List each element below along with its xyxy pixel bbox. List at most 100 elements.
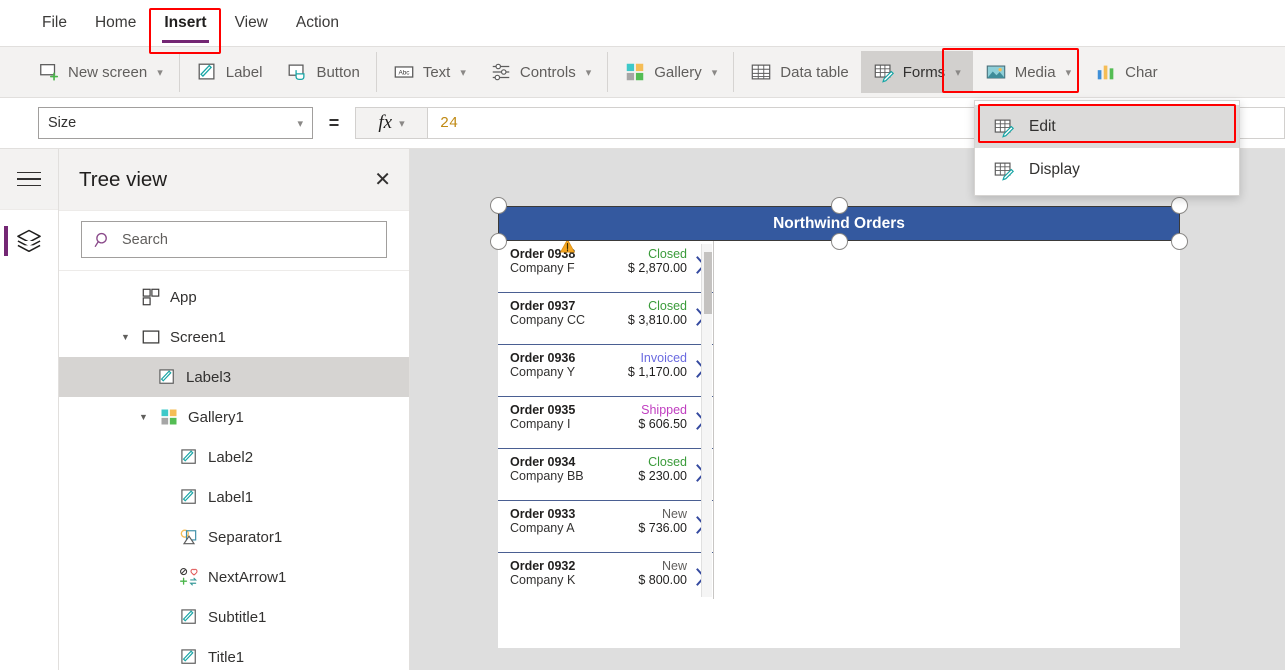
label-icon bbox=[181, 609, 196, 624]
property-selector[interactable]: Size ▾ bbox=[38, 107, 313, 139]
ribbon-label-text: Text bbox=[422, 63, 451, 81]
order-amount: $ 736.00 bbox=[638, 521, 687, 535]
chevron-down-icon: ▾ bbox=[157, 66, 163, 79]
resize-handle-bottom-center[interactable] bbox=[831, 233, 848, 250]
ribbon-charts[interactable]: Char bbox=[1083, 51, 1170, 93]
data-table-icon bbox=[751, 64, 771, 80]
resize-handle-bottom-right[interactable] bbox=[1171, 233, 1188, 250]
resize-handle-top-center[interactable] bbox=[831, 197, 848, 214]
tree-node-nextarrow1[interactable]: NextArrow1 bbox=[59, 557, 409, 597]
tree-node-separator1[interactable]: Separator1 bbox=[59, 517, 409, 557]
gallery-control[interactable]: Order 0938 Closed Company F $ 2,870.00 O… bbox=[498, 241, 714, 599]
ribbon-divider bbox=[375, 52, 377, 92]
menu-item-home[interactable]: Home bbox=[81, 8, 150, 38]
order-amount: $ 230.00 bbox=[638, 469, 687, 483]
menu-item-file[interactable]: File bbox=[28, 8, 81, 38]
tree-node-gallery1[interactable]: ▼ Gallery1 bbox=[59, 397, 409, 437]
search-input[interactable]: Search bbox=[81, 221, 387, 258]
forms-menu-item-display[interactable]: Display bbox=[975, 148, 1239, 191]
left-rail bbox=[0, 149, 59, 670]
gallery-row[interactable]: Order 0933 New Company A $ 736.00 bbox=[498, 501, 713, 553]
gallery-icon bbox=[161, 409, 177, 425]
gallery-row[interactable]: Order 0937 Closed Company CC $ 3,810.00 bbox=[498, 293, 713, 345]
order-amount: $ 3,810.00 bbox=[627, 313, 687, 327]
gallery-row[interactable]: Order 0934 Closed Company BB $ 230.00 bbox=[498, 449, 713, 501]
warning-icon bbox=[560, 241, 575, 253]
menu-item-label: File bbox=[42, 14, 67, 31]
tree-node-app[interactable]: App bbox=[59, 277, 409, 317]
ribbon-text[interactable]: Abc Text ▾ bbox=[381, 51, 478, 93]
gallery-scrollbar[interactable] bbox=[701, 244, 712, 597]
resize-handle-bottom-left[interactable] bbox=[490, 233, 507, 250]
forms-menu-item-edit[interactable]: Edit bbox=[975, 105, 1239, 148]
order-status: Closed bbox=[648, 455, 687, 469]
rail-item-tree-view[interactable] bbox=[0, 210, 58, 272]
ribbon-gallery[interactable]: Gallery ▾ bbox=[612, 51, 729, 93]
controls-icon bbox=[492, 63, 510, 81]
ribbon-forms[interactable]: Forms ▾ bbox=[860, 51, 973, 93]
tree-node-label: Label1 bbox=[208, 488, 254, 506]
formula-value: 24 bbox=[440, 114, 459, 132]
ribbon-data-table[interactable]: Data table bbox=[738, 51, 860, 93]
tree-node-label: Separator1 bbox=[208, 528, 283, 546]
order-company: Company K bbox=[510, 573, 576, 587]
ribbon-controls[interactable]: Controls ▾ bbox=[478, 51, 603, 93]
forms-dropdown-menu: Edit Display bbox=[974, 100, 1240, 196]
ribbon-label-text: Button bbox=[316, 63, 360, 81]
order-status: New bbox=[661, 507, 687, 521]
gallery-row[interactable]: Order 0932 New Company K $ 800.00 bbox=[498, 553, 713, 599]
tree-node-screen1[interactable]: ▼ Screen1 bbox=[59, 317, 409, 357]
tree-node-label: App bbox=[170, 288, 197, 306]
ribbon-label-text: Char bbox=[1125, 63, 1158, 81]
media-icon bbox=[986, 65, 1005, 79]
tree-node-label1[interactable]: Label1 bbox=[59, 477, 409, 517]
resize-handle-top-right[interactable] bbox=[1171, 197, 1188, 214]
menu-item-label: Insert bbox=[164, 14, 207, 31]
gallery-scrollbar-thumb[interactable] bbox=[704, 252, 712, 314]
tree-node-subtitle1[interactable]: Subtitle1 bbox=[59, 597, 409, 637]
order-company: Company CC bbox=[510, 313, 586, 327]
close-icon[interactable]: ✕ bbox=[374, 170, 391, 190]
ribbon-new-screen[interactable]: New screen ▾ bbox=[26, 51, 175, 93]
search-placeholder: Search bbox=[122, 231, 168, 248]
label-icon bbox=[198, 63, 215, 80]
order-company: Company BB bbox=[510, 469, 584, 483]
gallery-row[interactable]: Order 0938 Closed Company F $ 2,870.00 bbox=[498, 241, 713, 293]
design-canvas[interactable]: Northwind Orders Order 0938 Closed Compa… bbox=[410, 149, 1285, 670]
ribbon-media[interactable]: Media ▾ bbox=[973, 51, 1083, 93]
tree-node-label3[interactable]: Label3 bbox=[59, 357, 409, 397]
hamburger-button[interactable] bbox=[0, 149, 58, 210]
gallery-row[interactable]: Order 0936 Invoiced Company Y $ 1,170.00 bbox=[498, 345, 713, 397]
order-title: Order 0936 bbox=[510, 351, 576, 365]
order-title: Order 0933 bbox=[510, 507, 576, 521]
chevron-down-icon: ▾ bbox=[955, 66, 961, 79]
tree-node-title1[interactable]: Title1 bbox=[59, 637, 409, 670]
menu-item-label: Home bbox=[94, 14, 137, 31]
separator-icon bbox=[180, 529, 197, 545]
expand-caret-icon[interactable]: ▼ bbox=[121, 332, 132, 342]
tree-node-list: App ▼ Screen1 Label3 ▼ Gallery1 Label2 L… bbox=[59, 271, 409, 670]
menu-item-label: Action bbox=[295, 14, 339, 31]
tree-node-label: Subtitle1 bbox=[208, 608, 267, 626]
expand-caret-icon[interactable]: ▼ bbox=[139, 412, 150, 422]
label-icon bbox=[159, 369, 174, 384]
app-screen-preview[interactable]: Northwind Orders Order 0938 Closed Compa… bbox=[490, 197, 1188, 648]
equals-sign: = bbox=[328, 112, 340, 133]
chevron-down-icon: ▾ bbox=[585, 66, 592, 79]
tree-node-label2[interactable]: Label2 bbox=[59, 437, 409, 477]
order-company: Company I bbox=[510, 417, 571, 431]
active-tab-underline bbox=[162, 39, 209, 43]
ribbon-button[interactable]: Button bbox=[274, 51, 371, 93]
ribbon-label[interactable]: Label bbox=[184, 51, 275, 93]
new-screen-icon bbox=[40, 64, 59, 81]
fx-button[interactable]: fx ▾ bbox=[355, 107, 428, 139]
resize-handle-top-left[interactable] bbox=[490, 197, 507, 214]
chevron-down-icon: ▾ bbox=[1065, 66, 1072, 79]
tree-node-label: Label3 bbox=[186, 368, 232, 386]
menu-item-insert[interactable]: Insert bbox=[150, 8, 220, 43]
chevron-down-icon: ▾ bbox=[399, 117, 405, 130]
search-icon bbox=[94, 232, 107, 247]
menu-item-view[interactable]: View bbox=[221, 8, 282, 38]
menu-item-action[interactable]: Action bbox=[282, 8, 353, 38]
gallery-row[interactable]: Order 0935 Shipped Company I $ 606.50 bbox=[498, 397, 713, 449]
